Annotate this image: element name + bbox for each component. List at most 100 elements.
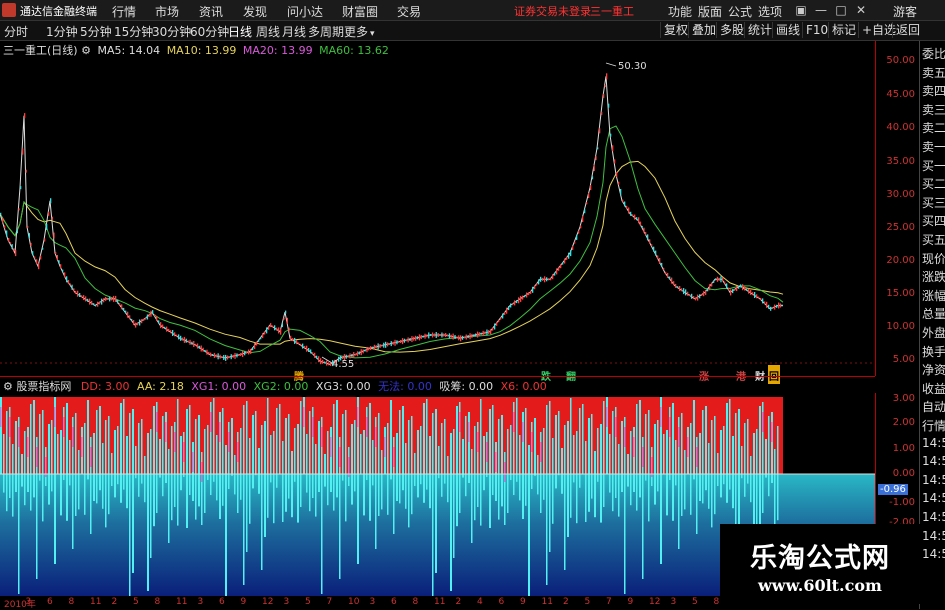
candle <box>601 111 603 115</box>
login-status[interactable]: 证券交易未登录 <box>514 3 591 19</box>
side-panel-item[interactable]: 外盘 <box>922 324 945 341</box>
side-panel-item[interactable]: 14:50 <box>922 510 945 524</box>
candle <box>548 278 550 281</box>
guest-button[interactable]: 游客 <box>893 3 917 20</box>
candle <box>103 298 105 303</box>
candle <box>81 295 83 298</box>
indicator-settings-icon[interactable]: ⚙ <box>3 380 13 393</box>
candle <box>164 326 166 329</box>
side-panel-item[interactable]: 换手 <box>922 343 945 360</box>
menu-item[interactable]: 资讯 <box>199 3 223 20</box>
side-panel-item[interactable]: 卖三 <box>922 101 945 118</box>
side-panel-item[interactable]: 14:50 <box>922 529 945 543</box>
side-panel-item[interactable]: 现价 <box>922 250 945 267</box>
menu-item[interactable]: 行情 <box>112 3 136 20</box>
candle <box>62 269 64 272</box>
statistics-button[interactable]: 统计 <box>744 22 775 38</box>
candle <box>2 217 4 223</box>
watermark-title: 乐淘公式网 <box>750 543 890 574</box>
menu-options[interactable]: 选项 <box>758 3 782 20</box>
xg3-value: XG3: 0.00 <box>315 380 371 393</box>
side-panel-item[interactable]: 委比 <box>922 45 945 62</box>
indicator-bar <box>768 416 770 497</box>
candle <box>53 232 55 239</box>
menu-item[interactable]: 财富圈 <box>342 3 378 20</box>
period-tab[interactable]: 分时 <box>4 23 28 40</box>
minimize-icon[interactable]: — <box>813 2 829 18</box>
side-panel-item[interactable]: 卖四 <box>922 82 945 99</box>
event-marker[interactable]: 回 <box>768 365 780 384</box>
side-panel-item[interactable]: 买三 <box>922 194 945 211</box>
period-tab[interactable]: 月线 <box>282 23 306 40</box>
candle <box>294 337 296 344</box>
event-marker[interactable]: 港 <box>735 365 747 384</box>
candle <box>502 313 504 319</box>
event-marker[interactable]: 财 <box>754 365 766 384</box>
side-panel-item[interactable]: 14:50 <box>922 547 945 561</box>
menu-item[interactable]: 市场 <box>155 3 179 20</box>
side-panel-item[interactable]: 买一 <box>922 157 945 174</box>
candle <box>463 336 466 339</box>
candle <box>107 297 109 300</box>
period-tab-active[interactable]: 日线 <box>228 23 252 40</box>
side-panel-item[interactable]: 14:50 <box>922 491 945 505</box>
indicator-bar <box>15 421 17 492</box>
period-tab[interactable]: 周线 <box>256 23 280 40</box>
side-panel-item[interactable]: 卖五 <box>922 64 945 81</box>
side-panel-item[interactable]: 买二 <box>922 175 945 192</box>
side-panel-item[interactable]: 总量 <box>922 305 945 322</box>
side-panel-item[interactable]: 买五 <box>922 231 945 248</box>
f10-button[interactable]: F10 <box>802 22 831 38</box>
side-panel-item[interactable]: 涨跌 <box>922 268 945 285</box>
multi-stock-button[interactable]: 多股 <box>716 22 747 38</box>
x-tick: 3 <box>25 597 32 607</box>
period-tab[interactable]: 60分钟 <box>190 23 229 40</box>
menu-item[interactable]: 问小达 <box>287 3 323 20</box>
candle <box>174 332 176 337</box>
event-marker[interactable]: 翻 <box>565 365 577 384</box>
menu-item[interactable]: 交易 <box>397 3 421 20</box>
side-panel-item[interactable]: 净资 <box>922 361 945 378</box>
period-tab[interactable]: 多周期 <box>308 23 344 40</box>
candle <box>115 295 117 302</box>
skin-icon[interactable]: ▣ <box>793 2 809 18</box>
side-panel-item[interactable]: 买四 <box>922 212 945 229</box>
close-icon[interactable]: ✕ <box>853 2 869 18</box>
period-tab[interactable]: 5分钟 <box>80 23 112 40</box>
period-tab[interactable]: 1分钟 <box>46 23 78 40</box>
candle <box>221 356 223 359</box>
x-tick: 7 <box>606 597 612 607</box>
period-tab-more[interactable]: 更多 ▾ <box>344 23 375 40</box>
side-panel-item[interactable]: 收益 <box>922 380 945 397</box>
event-marker[interactable]: 涨 <box>698 365 710 384</box>
side-panel-item[interactable]: 行情 <box>922 417 945 434</box>
side-panel-item[interactable]: 自动 <box>922 398 945 415</box>
side-panel-item[interactable]: 卖一 <box>922 138 945 155</box>
indicator-title[interactable]: 股票指标网 <box>16 380 71 393</box>
overlay-button[interactable]: 叠加 <box>688 22 719 38</box>
indicator-bar <box>159 439 161 478</box>
candle <box>226 355 229 360</box>
menu-formula[interactable]: 公式 <box>728 3 752 20</box>
period-tab[interactable]: 15分钟 <box>114 23 153 40</box>
indicator-bar <box>576 431 578 524</box>
menu-item[interactable]: 发现 <box>243 3 267 20</box>
restore-rights-button[interactable]: 复权 <box>660 22 691 38</box>
menu-layout[interactable]: 版面 <box>698 3 722 20</box>
back-button[interactable]: 返回 <box>892 22 923 38</box>
menu-function[interactable]: 功能 <box>668 3 692 20</box>
maximize-icon[interactable]: □ <box>833 2 849 18</box>
indicator-mark <box>615 417 617 437</box>
y-tick: 50.00 <box>886 55 915 66</box>
side-panel-item[interactable]: 14:50 <box>922 473 945 487</box>
candlestick-chart[interactable]: 50.30 4.55 <box>0 41 875 376</box>
side-panel-item[interactable]: 涨幅 <box>922 287 945 304</box>
draw-line-button[interactable]: 画线 <box>772 22 803 38</box>
candle <box>703 291 705 297</box>
period-tab[interactable]: 30分钟 <box>152 23 191 40</box>
side-panel-item[interactable]: 卖二 <box>922 119 945 136</box>
side-panel-item[interactable]: 14:50 <box>922 436 945 450</box>
settings-icon[interactable]: ⚙ <box>81 44 91 57</box>
side-panel-item[interactable]: 14:50 <box>922 454 945 468</box>
mark-button[interactable]: 标记 <box>828 22 859 38</box>
